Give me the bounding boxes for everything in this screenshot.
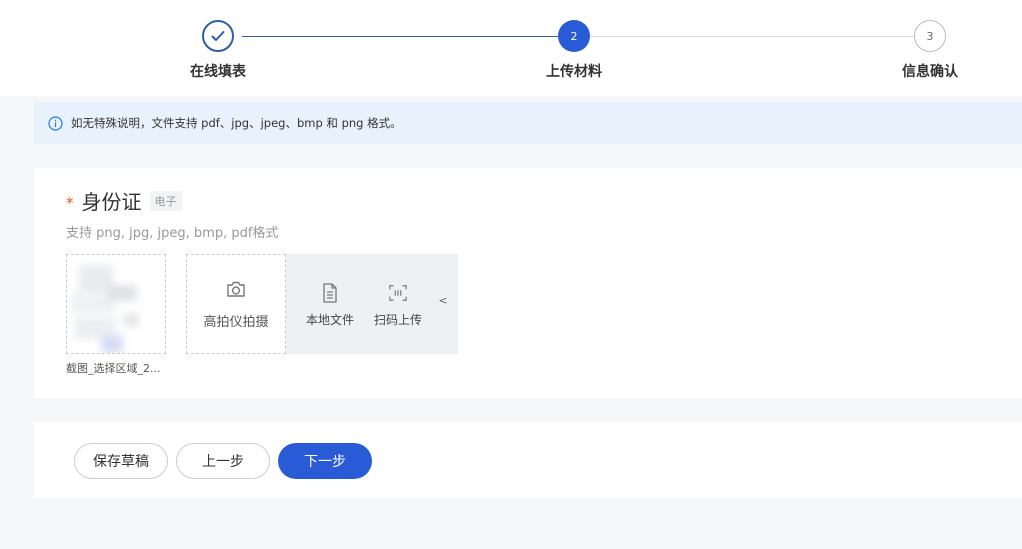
- uploaded-file-name: 截图_选择区域_2...: [66, 362, 161, 375]
- step-2-label: 上传材料: [546, 64, 602, 80]
- step-1-label: 在线填表: [190, 64, 246, 80]
- document-type-tag: 电子: [149, 190, 182, 211]
- uploaded-file-thumbnail[interactable]: [66, 254, 166, 354]
- info-icon: [48, 115, 63, 131]
- field-title: * 身份证 电子: [66, 186, 182, 215]
- camera-icon: [227, 281, 245, 297]
- steps-bar: 在线填表 2 上传材料 3 信息确认: [0, 0, 1022, 96]
- upload-options-panel: 本地文件 扫码上传 <: [286, 254, 458, 354]
- step-connector-todo: [590, 36, 914, 37]
- local-file-button[interactable]: 本地文件: [300, 254, 360, 354]
- format-notice: 如无特殊说明，文件支持 pdf、jpg、jpeg、bmp 和 png 格式。: [34, 102, 1022, 144]
- format-hint: 支持 png, jpg, jpeg, bmp, pdf格式: [66, 226, 279, 241]
- collapse-options-button[interactable]: <: [436, 292, 450, 308]
- save-draft-button[interactable]: 保存草稿: [74, 443, 168, 479]
- local-file-label: 本地文件: [305, 313, 354, 327]
- scanner-capture-label: 高拍仪拍摄: [203, 315, 269, 330]
- scan-icon: [389, 285, 407, 301]
- file-icon: [323, 283, 337, 303]
- action-bar: 保存草稿 上一步 下一步: [34, 422, 1022, 498]
- check-icon: [211, 31, 225, 41]
- previous-step-button[interactable]: 上一步: [176, 443, 270, 479]
- upload-section: * 身份证 电子 支持 png, jpg, jpeg, bmp, pdf格式 截…: [34, 168, 1022, 398]
- next-step-button[interactable]: 下一步: [278, 443, 372, 479]
- step-connector-done: [242, 36, 558, 37]
- required-mark: *: [66, 193, 74, 212]
- document-name: 身份证: [81, 190, 142, 214]
- step-1-indicator: [202, 20, 234, 52]
- scan-upload-label: 扫码上传: [373, 313, 422, 327]
- step-3-label: 信息确认: [902, 64, 958, 80]
- step-2-indicator: 2: [558, 20, 590, 52]
- scan-upload-button[interactable]: 扫码上传: [368, 254, 428, 354]
- scanner-capture-button[interactable]: 高拍仪拍摄: [186, 254, 286, 354]
- format-notice-text: 如无特殊说明，文件支持 pdf、jpg、jpeg、bmp 和 png 格式。: [71, 116, 402, 130]
- step-3-indicator: 3: [914, 20, 946, 52]
